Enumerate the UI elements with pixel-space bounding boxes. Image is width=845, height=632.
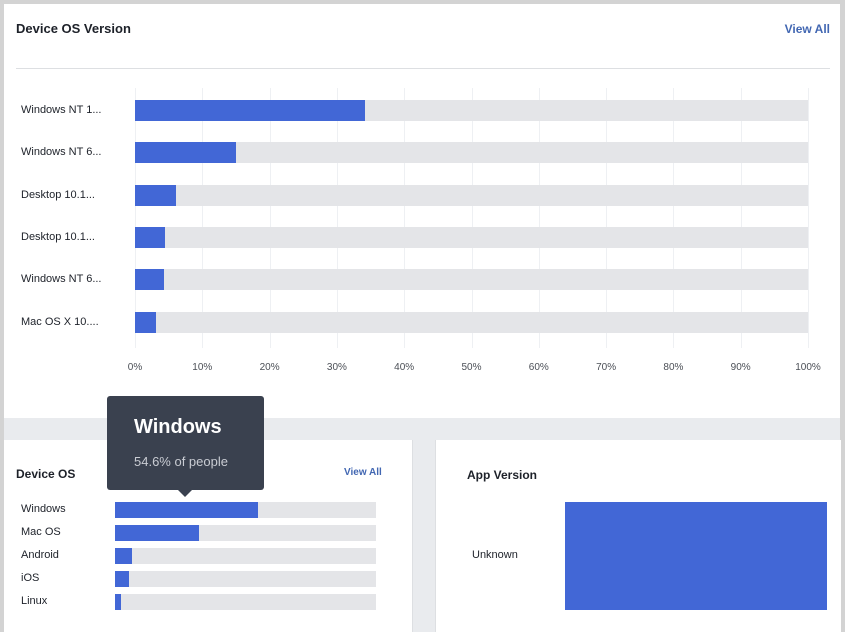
x-tick-label: 70% <box>596 362 617 373</box>
bar-track <box>135 184 808 206</box>
bar-track <box>115 525 376 541</box>
bar <box>135 142 236 164</box>
grid-line <box>740 88 742 348</box>
category-label: Windows <box>21 503 66 515</box>
bar-track <box>115 502 376 518</box>
bar-track <box>565 502 827 610</box>
x-tick-label: 0% <box>127 362 143 373</box>
category-label: Linux <box>21 595 48 607</box>
grid-line <box>673 88 675 348</box>
category-label: iOS <box>21 572 40 584</box>
category-label: Desktop 10.1... <box>21 188 95 201</box>
view-all-link[interactable]: View All <box>785 22 830 36</box>
category-label: Windows NT 1... <box>21 104 102 116</box>
card-title: Device OS Version <box>16 21 131 36</box>
category-label: Mac OS X 10.... <box>21 315 99 328</box>
grid-line <box>202 88 204 348</box>
grid-line <box>269 88 271 348</box>
category-label: Android <box>21 549 59 561</box>
bar-track <box>115 548 376 564</box>
grid-line <box>471 88 473 348</box>
bar-track <box>115 571 376 587</box>
grid-line <box>336 88 338 348</box>
bar <box>115 548 132 564</box>
bar-track <box>115 594 376 610</box>
tooltip: Windows 54.6% of people <box>107 396 264 497</box>
x-tick-label: 60% <box>528 362 549 373</box>
dashboard-frame: Device OS Version View All 0% 10% 20% 30% 40… <box>4 4 841 632</box>
x-tick-label: 50% <box>461 362 482 373</box>
x-tick-label: 40% <box>394 362 415 373</box>
bar <box>115 571 130 587</box>
category-label: Mac OS <box>21 526 61 538</box>
category-label: Desktop 10.1... <box>21 230 95 243</box>
bar-track <box>135 269 808 291</box>
card-title: App Version <box>467 468 538 482</box>
grid-line <box>404 88 406 348</box>
tooltip-subtitle: 54.6% of people <box>134 454 228 469</box>
grid-line <box>135 88 136 348</box>
app-version-card: App Version Unknown <box>435 440 841 632</box>
bar <box>115 594 121 610</box>
bar-track <box>135 142 808 164</box>
bar <box>565 502 827 610</box>
category-label: Windows NT 6... <box>21 273 102 286</box>
divider <box>16 68 830 69</box>
bar-track <box>135 100 808 121</box>
tooltip-title: Windows <box>134 416 222 438</box>
x-tick-label: 20% <box>259 362 280 373</box>
x-tick-label: 80% <box>663 362 684 373</box>
bar <box>115 502 258 518</box>
grid-line <box>606 88 608 348</box>
bar <box>135 226 166 248</box>
x-tick-label: 10% <box>192 362 213 373</box>
category-label: Unknown <box>472 549 518 561</box>
device-os-version-card: Device OS Version View All 0% 10% 20% 30% 40… <box>4 4 840 418</box>
bar <box>135 100 366 121</box>
grid-line <box>538 88 540 348</box>
category-label: Windows NT 6... <box>21 146 102 159</box>
x-tick-label: 90% <box>730 362 751 373</box>
bar <box>135 269 164 291</box>
x-tick-label: 100% <box>795 362 821 373</box>
card-title: Device OS <box>16 467 76 481</box>
bar <box>115 525 200 541</box>
grid-line <box>808 88 809 348</box>
view-all-link[interactable]: View All <box>344 467 382 478</box>
tooltip-arrow <box>178 490 192 497</box>
bar-track <box>135 311 808 333</box>
bar <box>135 311 156 333</box>
x-tick-label: 30% <box>326 362 347 373</box>
bar-track <box>135 226 808 248</box>
bar <box>135 184 177 206</box>
